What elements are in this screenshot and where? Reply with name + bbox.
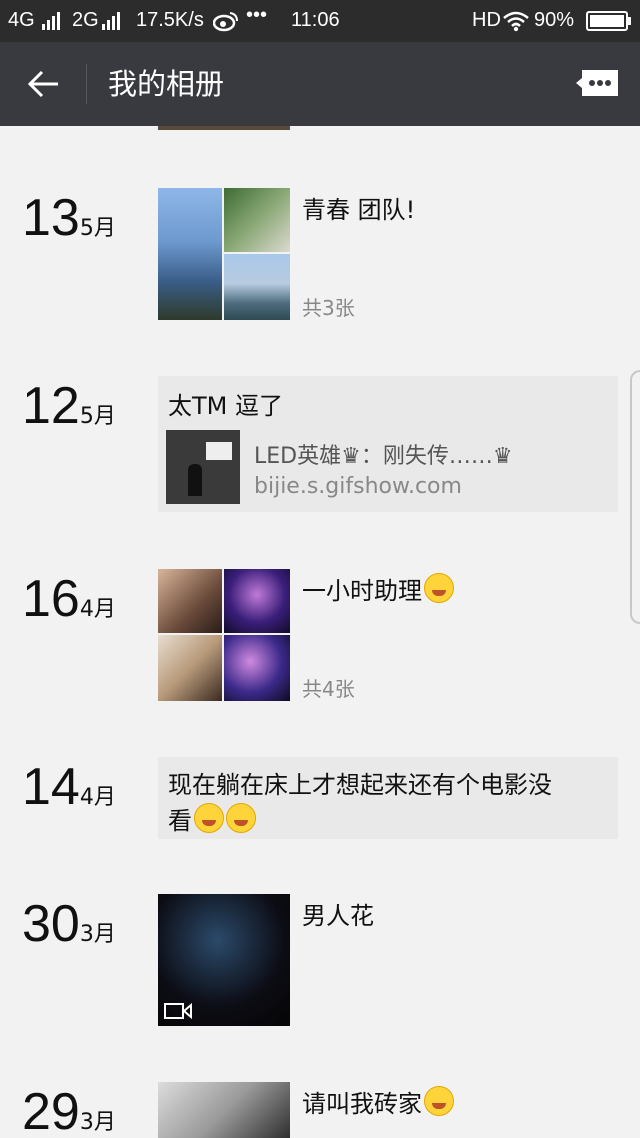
previous-photo-thumbnail[interactable] xyxy=(158,126,290,130)
post-day: 14 xyxy=(22,758,80,816)
nav-bar: 我的相册 xyxy=(0,42,640,126)
link-title: LED英雄♛：刚失传……♛ xyxy=(254,444,513,469)
network-speed: 17.5K/s xyxy=(136,9,204,31)
post-caption: 一小时助理 xyxy=(302,577,422,605)
timeline-post[interactable]: 293月 请叫我砖家 xyxy=(0,1082,640,1138)
post-caption: 太TM 逗了 xyxy=(168,392,283,420)
post-date: 135月 xyxy=(22,188,116,248)
laughing-tears-emoji-icon xyxy=(194,803,224,833)
post-day: 29 xyxy=(22,1083,80,1138)
post-caption-line-2: 看 xyxy=(168,801,256,836)
link-thumbnail xyxy=(166,430,240,504)
photo-thumbnail[interactable] xyxy=(158,635,222,701)
album-timeline[interactable]: 135月 青春 团队! 共3张 125月 太TM 逗了 LED英雄♛：刚失传……… xyxy=(0,126,640,1138)
post-date: 144月 xyxy=(22,757,116,817)
post-caption: 请叫我砖家 xyxy=(302,1090,422,1118)
text-post-card[interactable]: 现在躺在床上才想起来还有个电影没 看 xyxy=(158,757,618,839)
laughing-tears-emoji-icon xyxy=(226,803,256,833)
grinning-emoji-icon xyxy=(424,1086,454,1116)
message-bubble-icon[interactable] xyxy=(576,68,620,102)
post-day: 12 xyxy=(22,377,80,435)
photo-thumbnail[interactable] xyxy=(158,1082,290,1138)
post-month: 4月 xyxy=(79,785,116,810)
photo-count: 共3张 xyxy=(302,296,355,320)
photo-thumbnail[interactable] xyxy=(224,254,290,320)
post-caption: 青春 团队! xyxy=(302,196,416,224)
post-caption-wrap: 请叫我砖家 xyxy=(302,1084,454,1119)
post-month: 3月 xyxy=(79,922,116,947)
arrow-left-icon[interactable] xyxy=(26,66,62,102)
post-month: 5月 xyxy=(79,216,116,241)
photo-thumbnail[interactable] xyxy=(224,635,290,701)
timeline-post[interactable]: 303月 男人花 xyxy=(0,894,640,1026)
photo-grid[interactable] xyxy=(158,569,290,701)
clock: 11:06 xyxy=(291,9,340,31)
shared-link-card[interactable]: 太TM 逗了 LED英雄♛：刚失传……♛ bijie.s.gifshow.com xyxy=(158,376,618,512)
hd-label: HD xyxy=(472,9,501,31)
timeline-post[interactable]: 135月 青春 团队! 共3张 xyxy=(0,188,640,320)
post-date: 164月 xyxy=(22,569,116,629)
post-caption: 看 xyxy=(168,807,192,835)
edge-scroll-indicator xyxy=(630,370,640,624)
network-label-2g: 2G xyxy=(72,9,99,31)
link-url: bijie.s.gifshow.com xyxy=(254,474,462,499)
post-caption: 男人花 xyxy=(302,902,374,930)
photo-thumbnail[interactable] xyxy=(224,188,290,252)
photo-thumbnail[interactable] xyxy=(158,188,222,320)
more-notifications: ••• xyxy=(246,4,268,26)
battery-icon xyxy=(586,11,631,31)
page-title: 我的相册 xyxy=(108,67,225,101)
photo-grid[interactable] xyxy=(158,188,290,320)
post-month: 5月 xyxy=(79,404,116,429)
post-date: 125月 xyxy=(22,376,116,436)
post-month: 3月 xyxy=(79,1110,116,1135)
network-label-4g: 4G xyxy=(8,9,35,31)
post-day: 16 xyxy=(22,570,80,628)
signal-icon xyxy=(102,12,120,30)
photo-count: 共4张 xyxy=(302,677,355,701)
laughing-tears-emoji-icon xyxy=(424,573,454,603)
video-camera-icon xyxy=(164,1002,192,1020)
battery-percent: 90% xyxy=(534,9,575,31)
post-date: 293月 xyxy=(22,1082,116,1138)
video-thumbnail[interactable] xyxy=(158,894,290,1026)
timeline-post[interactable]: 144月 现在躺在床上才想起来还有个电影没 看 xyxy=(0,757,640,839)
post-caption-wrap: 一小时助理 xyxy=(302,571,454,606)
photo-thumbnail[interactable] xyxy=(224,569,290,633)
post-day: 30 xyxy=(22,895,80,953)
post-date: 303月 xyxy=(22,894,116,954)
nav-divider xyxy=(86,64,87,104)
post-day: 13 xyxy=(22,189,80,247)
signal-icon xyxy=(42,12,60,30)
status-bar: 4G 2G 17.5K/s ••• 11:06 HD 90% xyxy=(0,0,640,42)
timeline-post[interactable]: 164月 一小时助理 共4张 xyxy=(0,569,640,701)
wifi-icon xyxy=(503,11,529,32)
post-month: 4月 xyxy=(79,597,116,622)
post-caption-line: 现在躺在床上才想起来还有个电影没 xyxy=(168,771,552,799)
timeline-post[interactable]: 125月 太TM 逗了 LED英雄♛：刚失传……♛ bijie.s.gifsho… xyxy=(0,376,640,512)
photo-thumbnail[interactable] xyxy=(158,569,222,633)
weibo-icon xyxy=(213,12,238,32)
